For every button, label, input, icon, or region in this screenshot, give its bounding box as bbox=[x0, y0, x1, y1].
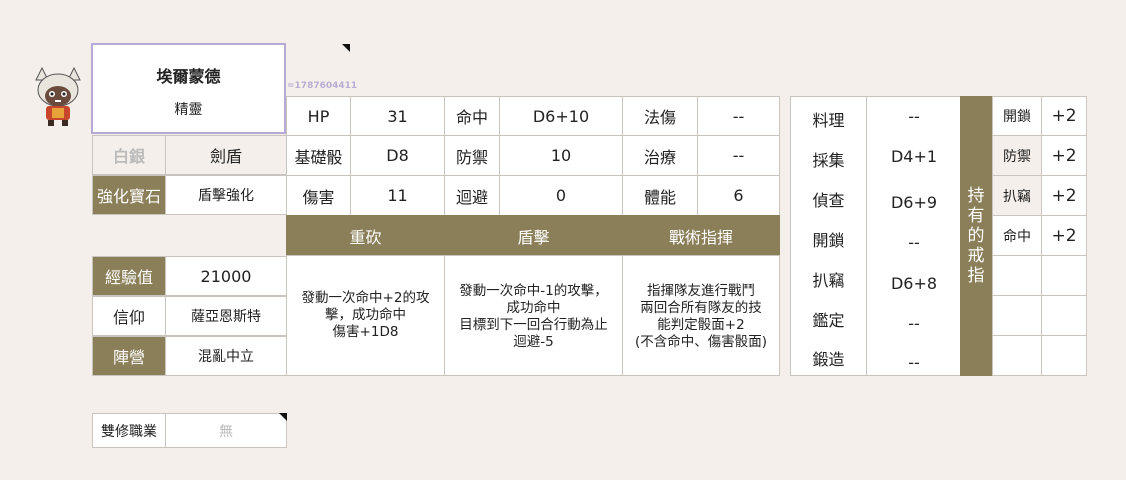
life-skill-value: -- bbox=[908, 314, 920, 333]
exp-value: 21000 bbox=[165, 256, 287, 296]
rings-title-char: 指 bbox=[967, 266, 985, 286]
corner-marker-icon bbox=[342, 44, 350, 52]
damage-value: 11 bbox=[350, 175, 445, 216]
enhance-gem-value: 盾擊強化 bbox=[165, 175, 287, 215]
skill-description-line: 傷害+1D8 bbox=[332, 324, 399, 340]
skill-description-line: 兩回合所有隊友的技 bbox=[640, 300, 762, 316]
skill-description-line: 擊，成功命中 bbox=[325, 307, 406, 323]
avatar bbox=[30, 66, 86, 128]
character-name: 埃爾蒙德 bbox=[156, 67, 221, 86]
stamina-label: 體能 bbox=[622, 175, 698, 216]
skill-description: 指揮隊友進行戰鬥 兩回合所有隊友的技 能判定骰面+2 (不含命中、傷害骰面) bbox=[622, 255, 780, 376]
ring-empty-slot bbox=[992, 335, 1042, 376]
magic-damage-value: -- bbox=[697, 96, 780, 136]
rings-title-char: 持 bbox=[967, 186, 985, 206]
skill-description-line: 迴避-5 bbox=[513, 334, 554, 350]
hp-value: 31 bbox=[350, 96, 445, 136]
skill-description: 發動一次命中+2的攻 擊，成功命中 傷害+1D8 bbox=[286, 255, 445, 376]
skill-description-line: 成功命中 bbox=[506, 300, 561, 316]
skill-description-line: 發動一次命中-1的攻擊， bbox=[459, 283, 608, 299]
defense-label: 防禦 bbox=[444, 135, 500, 176]
faith-label: 信仰 bbox=[92, 296, 166, 336]
ring-empty-slot bbox=[992, 295, 1042, 336]
ring-label: 開鎖 bbox=[992, 96, 1042, 136]
skill-name: 重砍 bbox=[286, 215, 445, 256]
ring-label: 防禦 bbox=[992, 135, 1042, 176]
ring-empty-slot bbox=[1041, 255, 1087, 296]
ring-empty-slot bbox=[1041, 295, 1087, 336]
life-skill-label: 扒竊 bbox=[812, 271, 845, 290]
character-race: 精靈 bbox=[174, 102, 203, 118]
life-skill-value: -- bbox=[908, 233, 920, 252]
alignment-value: 混亂中立 bbox=[165, 336, 287, 376]
class-tier: 白銀 bbox=[92, 135, 166, 175]
exp-label: 經驗值 bbox=[92, 256, 166, 296]
skill-description: 發動一次命中-1的攻擊， 成功命中 目標到下一回合行動為止 迴避-5 bbox=[444, 255, 623, 376]
character-id: =1787604411 bbox=[287, 81, 358, 91]
base-dice-value: D8 bbox=[350, 135, 445, 176]
hit-label: 命中 bbox=[444, 96, 500, 136]
ring-label: 命中 bbox=[992, 215, 1042, 256]
skill-description-line: 指揮隊友進行戰鬥 bbox=[647, 283, 755, 299]
dual-class-label: 雙修職業 bbox=[92, 413, 166, 448]
class-name: 劍盾 bbox=[165, 135, 287, 175]
skill-name: 盾擊 bbox=[444, 215, 623, 256]
enhance-gem-label: 強化寶石 bbox=[92, 175, 166, 215]
stamina-value: 6 bbox=[697, 175, 780, 216]
rings-title-char: 戒 bbox=[967, 246, 985, 266]
rings-title-char: 有 bbox=[967, 206, 985, 226]
heal-label: 治療 bbox=[622, 135, 698, 176]
defense-value: 10 bbox=[499, 135, 623, 176]
hit-value: D6+10 bbox=[499, 96, 623, 136]
evade-value: 0 bbox=[499, 175, 623, 216]
ring-value: +2 bbox=[1041, 135, 1087, 176]
ring-value: +2 bbox=[1041, 175, 1087, 216]
skill-description-line: 發動一次命中+2的攻 bbox=[301, 290, 430, 306]
life-skill-value: D4+1 bbox=[890, 147, 938, 166]
character-name-card: 埃爾蒙德 精靈 bbox=[91, 43, 286, 134]
life-skill-label: 鑑定 bbox=[812, 311, 845, 330]
magic-damage-label: 法傷 bbox=[622, 96, 698, 136]
life-skill-label: 料理 bbox=[812, 111, 845, 130]
life-skill-label: 開鎖 bbox=[812, 231, 845, 250]
life-skill-label: 鍛造 bbox=[812, 350, 845, 369]
base-dice-label: 基礎骰 bbox=[286, 135, 351, 176]
hp-label: HP bbox=[286, 96, 351, 136]
life-skill-label: 採集 bbox=[812, 151, 845, 170]
ring-value: +2 bbox=[1041, 215, 1087, 256]
life-skill-value: D6+9 bbox=[890, 193, 938, 212]
evade-label: 迴避 bbox=[444, 175, 500, 216]
life-skill-label: 偵查 bbox=[812, 191, 845, 210]
alignment-label: 陣營 bbox=[92, 336, 166, 376]
rings-title: 持 有 的 戒 指 bbox=[960, 96, 992, 376]
life-skill-value: D6+8 bbox=[890, 274, 938, 293]
skill-name: 戰術指揮 bbox=[622, 215, 780, 256]
dual-class-value: 無 bbox=[165, 413, 287, 448]
life-skill-value: -- bbox=[908, 107, 920, 126]
corner-marker-icon bbox=[279, 413, 287, 421]
faith-value: 薩亞恩斯特 bbox=[165, 296, 287, 336]
skill-description-line: 能判定骰面+2 bbox=[657, 317, 745, 333]
life-skill-value: -- bbox=[908, 353, 920, 372]
ring-value: +2 bbox=[1041, 96, 1087, 136]
heal-value: -- bbox=[697, 135, 780, 176]
damage-label: 傷害 bbox=[286, 175, 351, 216]
ring-empty-slot bbox=[1041, 335, 1087, 376]
skill-description-line: (不含命中、傷害骰面) bbox=[634, 334, 768, 350]
skill-description-line: 目標到下一回合行動為止 bbox=[459, 317, 608, 333]
rings-title-char: 的 bbox=[967, 226, 985, 246]
ring-empty-slot bbox=[992, 255, 1042, 296]
ring-label: 扒竊 bbox=[992, 175, 1042, 216]
